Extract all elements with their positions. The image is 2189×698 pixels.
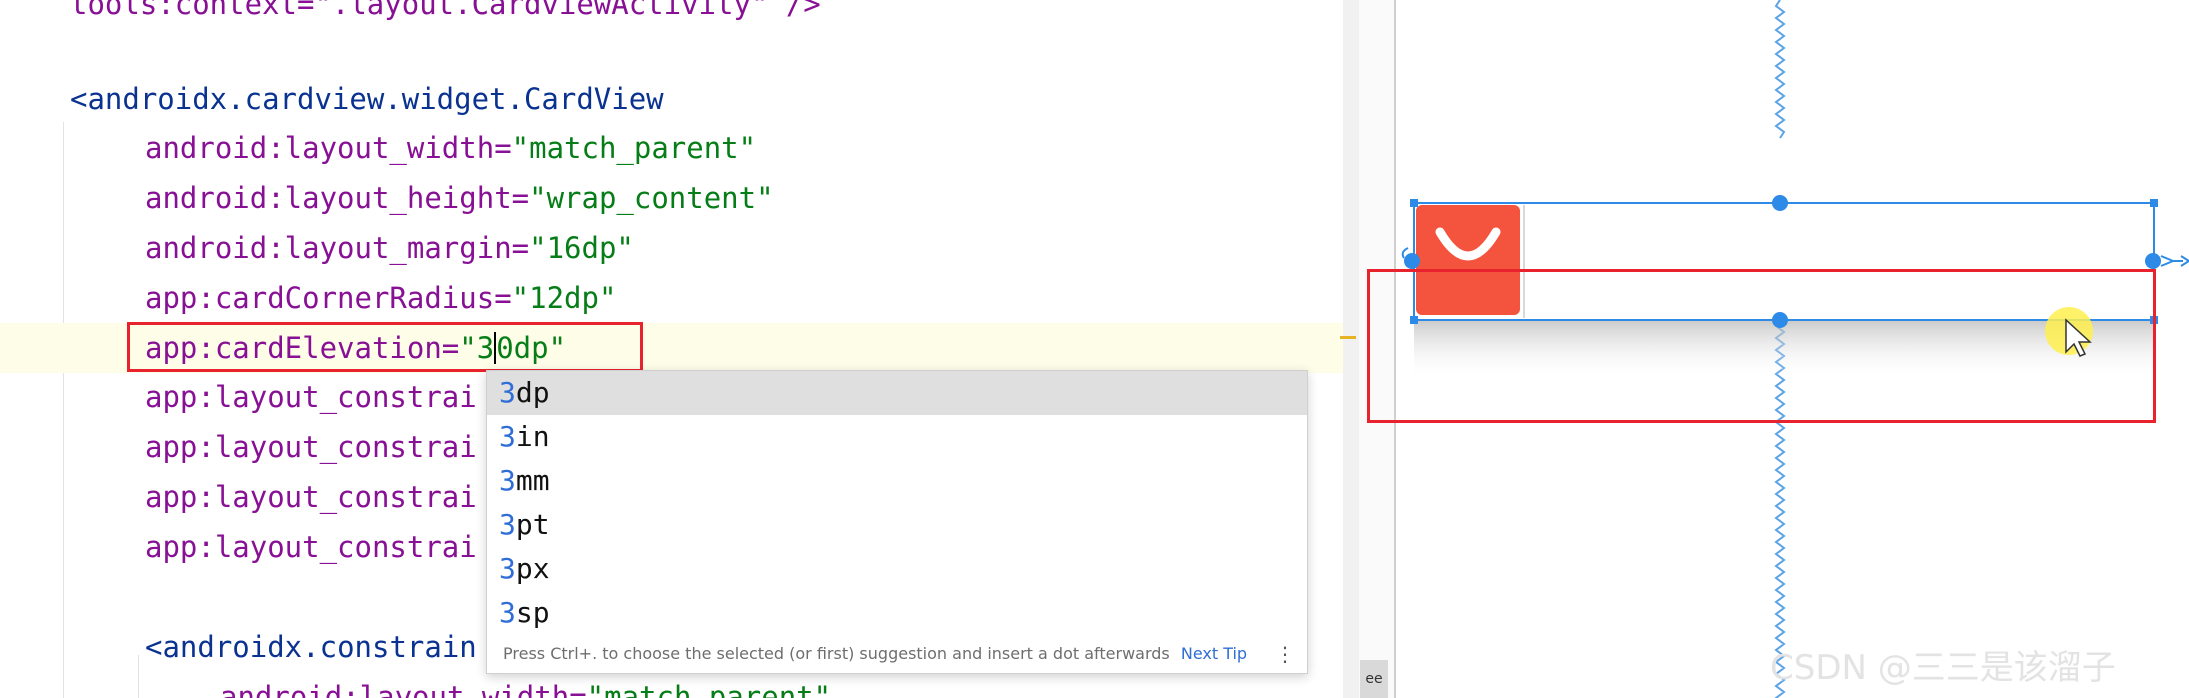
code-token: "match_parent" <box>586 680 832 698</box>
annotation-red-box <box>127 322 643 372</box>
code-token: < <box>70 82 88 116</box>
code-line[interactable]: <androidx.constrain <box>145 627 477 667</box>
resize-handle <box>1410 199 1418 207</box>
code-token: "12dp" <box>511 281 617 315</box>
completion-item-match: 3 <box>499 376 516 409</box>
code-line[interactable]: android:layout_width="match_parent" <box>220 677 831 698</box>
code-line[interactable]: app:cardCornerRadius="12dp" <box>145 278 616 318</box>
completion-item-suffix: sp <box>515 596 550 629</box>
margin-indicator-right <box>2160 255 2189 267</box>
code-token: app:layout_constrai <box>145 430 477 464</box>
code-token: android:layout_margin= <box>145 231 530 265</box>
next-tip-link[interactable]: Next Tip <box>1181 644 1247 663</box>
code-token: app:cardCornerRadius= <box>145 281 512 315</box>
code-token: < <box>145 630 163 664</box>
vertical-constraint-top <box>1774 0 1786 139</box>
code-token: "16dp" <box>529 231 634 265</box>
code-line[interactable]: app:layout_constrai <box>145 477 477 517</box>
completion-popup[interactable]: 3dp 3in 3mm 3pt 3px 3sp Press Ctrl+. to choos… <box>486 370 1308 674</box>
code-token: "wrap_content" <box>529 181 774 215</box>
indent-guide <box>138 655 139 698</box>
warning-marker[interactable] <box>1340 336 1356 339</box>
code-token: android:layout_width= <box>145 131 512 165</box>
suggestion-list[interactable]: 3dp 3in 3mm 3pt 3px 3sp <box>487 371 1307 635</box>
footer-hint: Press Ctrl+. to choose the selected (or … <box>503 644 1170 663</box>
code-line[interactable]: android:layout_height="wrap_content" <box>145 178 774 218</box>
completion-item-match: 3 <box>499 596 516 629</box>
resize-handle <box>2150 199 2158 207</box>
completion-item-suffix: pt <box>515 508 550 541</box>
completion-item-suffix: mm <box>515 464 550 497</box>
code-line[interactable]: app:layout_constrai <box>145 427 477 467</box>
code-token: android:layout_width= <box>220 680 587 698</box>
completion-item[interactable]: 3dp <box>487 371 1307 415</box>
completion-footer: Press Ctrl+. to choose the selected (or … <box>487 635 1307 673</box>
code-token: androidx.constrain <box>162 630 477 664</box>
code-token: app:layout_constrai <box>145 480 477 514</box>
code-token: "match_parent" <box>511 131 757 165</box>
code-token: androidx.cardview.widget.CardView <box>87 82 664 116</box>
completion-item-match: 3 <box>499 464 516 497</box>
code-token: app:layout_constrai <box>145 380 477 414</box>
watermark: CSDN @三三是该溜子 <box>1770 648 2116 688</box>
anchor-top <box>1772 195 1788 211</box>
code-line[interactable]: app:layout_constrai <box>145 377 477 417</box>
code-line[interactable]: app:layout_constrai <box>145 527 477 567</box>
code-line[interactable]: android:layout_width="match_parent" <box>145 128 756 168</box>
completion-item-match: 3 <box>499 420 516 453</box>
completion-item[interactable]: 3px <box>487 547 1307 591</box>
anchor-left <box>1404 253 1420 269</box>
code-token: app:layout_constrai <box>145 530 477 564</box>
completion-item-match: 3 <box>499 508 516 541</box>
completion-item-match: 3 <box>499 552 516 585</box>
completion-item-suffix: dp <box>515 376 550 409</box>
completion-item-suffix: px <box>515 552 550 585</box>
completion-item[interactable]: 3pt <box>487 503 1307 547</box>
editor-scrollbar[interactable] <box>1343 0 1359 698</box>
completion-item[interactable]: 3sp <box>487 591 1307 635</box>
anchor-right <box>2145 253 2161 269</box>
side-tool-tab[interactable]: ee <box>1360 660 1388 698</box>
code-line[interactable]: tools:context=".layout.CardviewActivity"… <box>70 0 821 24</box>
code-line[interactable]: <androidx.cardview.widget.CardView <box>70 79 664 119</box>
annotation-red-box-preview <box>1367 269 2156 423</box>
code-editor[interactable]: tools:context=".layout.CardviewActivity"… <box>0 0 1343 698</box>
completion-item-suffix: in <box>515 420 550 453</box>
more-options-icon[interactable]: ⋮ <box>1275 635 1295 673</box>
completion-item[interactable]: 3in <box>487 415 1307 459</box>
completion-item[interactable]: 3mm <box>487 459 1307 503</box>
indent-guide <box>63 122 64 698</box>
code-line[interactable]: android:layout_margin="16dp" <box>145 228 634 268</box>
code-token: tools:context=".layout.CardviewActivity"… <box>70 0 821 21</box>
code-token: android:layout_height= <box>145 181 530 215</box>
